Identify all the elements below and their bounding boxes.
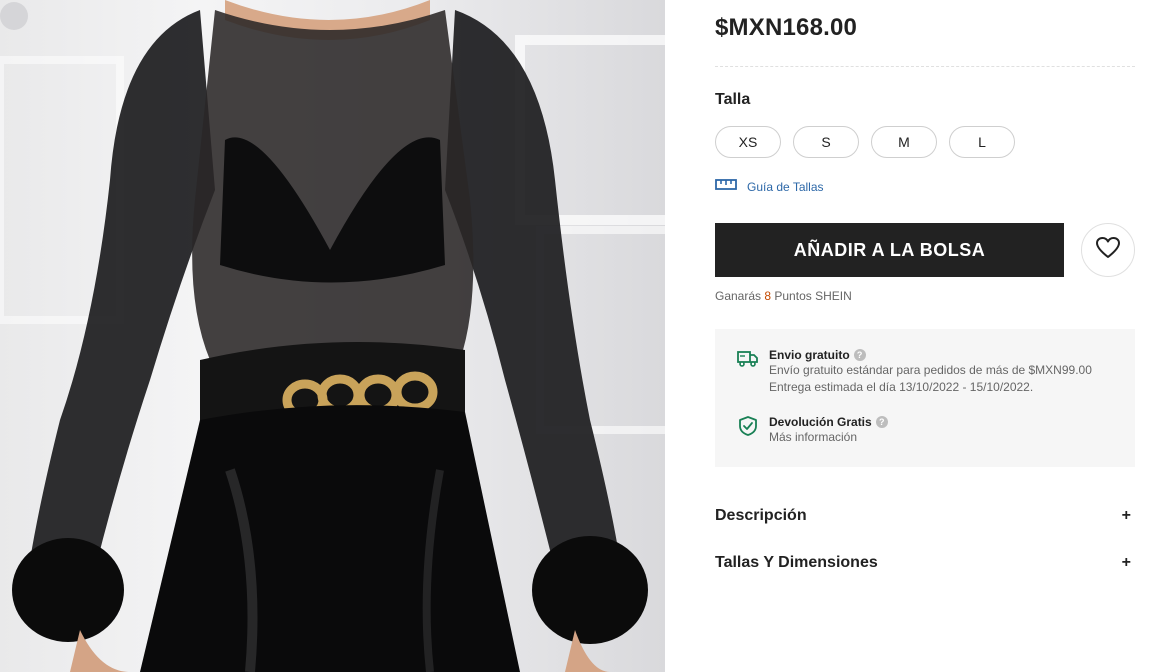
delivery-estimate: Entrega estimada el día 13/10/2022 - 15/… xyxy=(769,380,1034,394)
free-shipping-title: Envio gratuito xyxy=(769,348,850,362)
accordion-description-label: Descripción xyxy=(715,507,807,524)
accordion-description[interactable]: Descripción + xyxy=(715,504,1135,528)
free-return-title: Devolución Gratis xyxy=(769,415,872,429)
shield-check-icon xyxy=(737,415,759,446)
product-price: $MXN168.00 xyxy=(715,14,858,41)
free-shipping-row: Envio gratuito ? Envío gratuito estándar… xyxy=(737,348,1092,396)
plus-icon: + xyxy=(1121,554,1131,571)
size-guide-label: Guía de Tallas xyxy=(747,179,824,194)
free-shipping-detail: Envío gratuito estándar para pedidos de … xyxy=(769,363,1092,377)
divider xyxy=(715,66,1135,67)
help-icon[interactable]: ? xyxy=(875,416,888,428)
heart-icon xyxy=(1095,236,1121,265)
size-option-l[interactable]: L xyxy=(949,126,1015,158)
ruler-icon xyxy=(715,177,737,196)
size-guide-link[interactable]: Guía de Tallas xyxy=(715,177,824,196)
accordion-size-dimensions-label: Tallas Y Dimensiones xyxy=(715,554,878,571)
truck-icon xyxy=(737,348,759,396)
size-selector: XS S M L xyxy=(715,126,1015,158)
add-to-bag-button[interactable]: AÑADIR A LA BOLSA xyxy=(715,223,1064,277)
help-icon[interactable]: ? xyxy=(853,349,866,361)
size-option-s[interactable]: S xyxy=(793,126,859,158)
product-illustration xyxy=(0,0,665,672)
accordion-size-dimensions[interactable]: Tallas Y Dimensiones + xyxy=(715,551,1135,575)
plus-icon: + xyxy=(1121,507,1131,524)
points-info: Ganarás 8 Puntos SHEIN xyxy=(715,289,852,303)
size-option-xs[interactable]: XS xyxy=(715,126,781,158)
product-image[interactable] xyxy=(0,0,665,672)
wishlist-button[interactable] xyxy=(1081,223,1135,277)
more-info-link[interactable]: Más información xyxy=(769,429,888,446)
points-prefix: Ganarás xyxy=(715,289,765,303)
size-option-m[interactable]: M xyxy=(871,126,937,158)
product-details-panel: $MXN168.00 Talla XS S M L Guía de Tallas… xyxy=(715,0,1135,672)
points-suffix: Puntos SHEIN xyxy=(771,289,852,303)
size-title: Talla xyxy=(715,91,751,108)
shipping-info-box: Envio gratuito ? Envío gratuito estándar… xyxy=(715,329,1135,467)
free-return-row: Devolución Gratis ? Más información xyxy=(737,415,888,446)
